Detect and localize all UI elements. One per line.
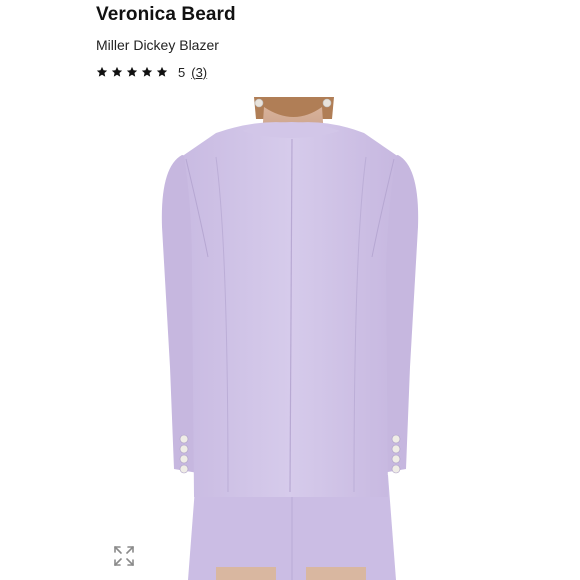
rating[interactable]: 5 (3) [96,64,207,80]
star-icon [111,66,123,77]
blazer-illustration [96,97,484,580]
star-rating [96,66,168,78]
review-count-link[interactable]: (3) [191,65,207,80]
star-icon [126,66,138,77]
expand-arrows-icon[interactable] [113,545,135,567]
brand-name[interactable]: Veronica Beard [96,4,236,26]
product-title: Miller Dickey Blazer [96,37,219,53]
star-icon [96,66,108,77]
product-image[interactable] [96,97,484,580]
star-icon [156,66,168,77]
star-icon [141,66,153,77]
rating-score: 5 [178,64,186,80]
